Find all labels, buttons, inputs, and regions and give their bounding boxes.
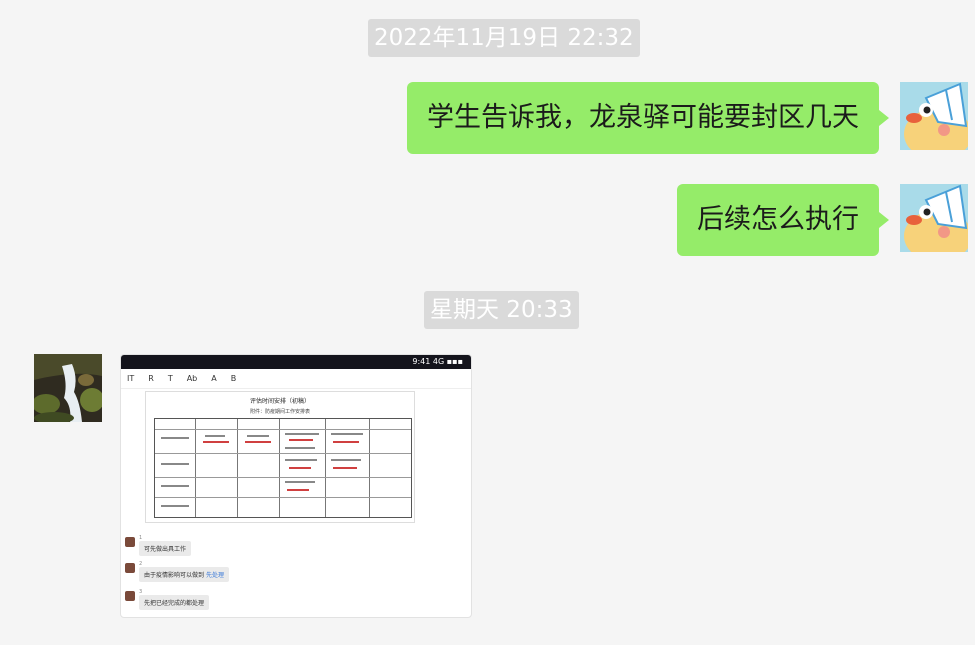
avatar-other[interactable]	[34, 354, 102, 422]
inner-toolbar-item: B	[230, 374, 237, 383]
inner-document: 评估时间安排（初稿） 附件：防疫期间工作安排表	[145, 391, 415, 523]
timestamp-1: 2022年11月19日 22:32	[368, 19, 640, 57]
inner-toolbar-item: R	[148, 374, 154, 383]
inner-toolbar-item: T	[167, 374, 173, 383]
inner-doc-table	[154, 418, 412, 518]
inner-chat-row: 3 先把已经完成的都处理	[125, 589, 210, 610]
inner-toolbar: IT R T Ab A B	[121, 369, 471, 389]
inner-chat-bubble: 先把已经完成的都处理	[139, 595, 210, 610]
inner-toolbar-item: A	[211, 374, 217, 383]
duck-avatar-icon	[900, 82, 968, 150]
inner-status-bar: 9:41 4G ▪▪▪	[121, 355, 471, 369]
message-bubble-self[interactable]: 后续怎么执行	[677, 184, 889, 256]
inner-chat-row: 2 由于疫情影响可以做到 先处理	[125, 561, 229, 582]
message-bubble-self[interactable]: 学生告诉我，龙泉驿可能要封区几天	[407, 82, 889, 154]
waterfall-avatar-icon	[34, 354, 102, 422]
timestamp-2: 星期天 20:33	[424, 291, 579, 329]
inner-avatar	[125, 537, 135, 547]
image-message[interactable]: 9:41 4G ▪▪▪ IT R T Ab A B 评估时间安排（初稿） 附件：…	[120, 354, 472, 618]
avatar-self[interactable]	[900, 184, 968, 252]
inner-toolbar-item: IT	[127, 374, 135, 383]
inner-chat-row: 1 可先做出具工作	[125, 535, 192, 556]
inner-doc-subtitle: 附件：防疫期间工作安排表	[249, 409, 310, 415]
inner-avatar	[125, 563, 135, 573]
inner-chat-bubble: 可先做出具工作	[139, 541, 192, 556]
inner-chat-text: 由于疫情影响可以做到	[144, 572, 205, 579]
inner-chat-link: 先处理	[205, 572, 224, 579]
inner-avatar	[125, 591, 135, 601]
inner-chat-bubble: 由于疫情影响可以做到 先处理	[139, 567, 229, 582]
duck-avatar-icon	[900, 184, 968, 252]
avatar-self[interactable]	[900, 82, 968, 150]
inner-toolbar-item: Ab	[186, 374, 198, 383]
inner-doc-title: 评估时间安排（初稿）	[249, 398, 310, 405]
